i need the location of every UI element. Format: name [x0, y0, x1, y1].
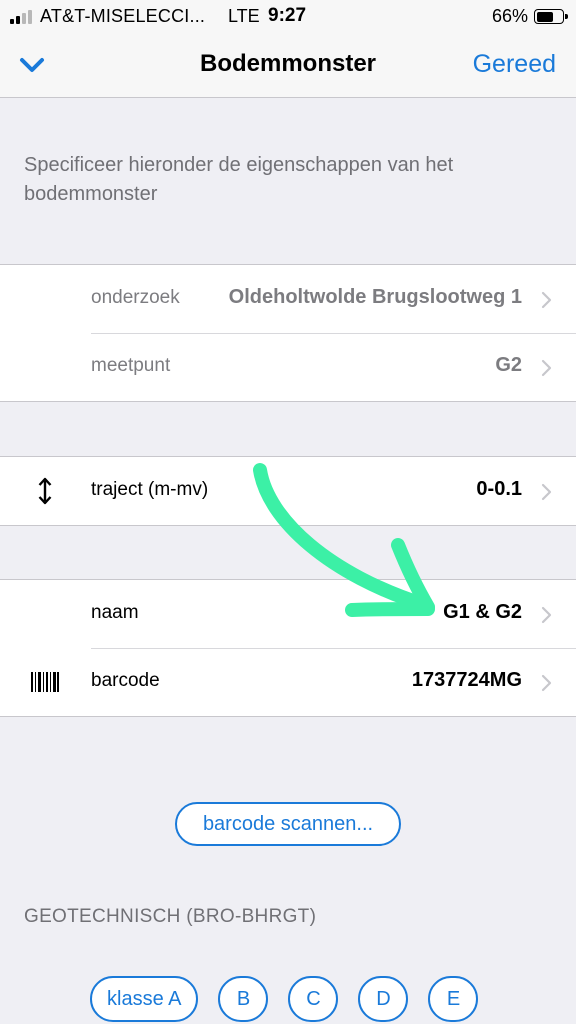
traject-group: traject (m-mv) 0-0.1 — [0, 456, 576, 526]
row-value: 0-0.1 — [476, 478, 522, 500]
klasse-e-button[interactable]: E — [428, 976, 479, 1022]
battery-percentage: 66% — [491, 6, 528, 26]
row-label: onderzoek — [91, 287, 180, 308]
sample-info-group: onderzoek Oldeholtwolde Brugslootweg 1 m… — [0, 264, 576, 402]
row-value: G1 & G2 — [443, 601, 522, 623]
chevron-right-icon — [541, 483, 552, 501]
navigation-bar: Bodemmonster Gereed — [0, 32, 576, 98]
battery-level — [536, 11, 553, 22]
row-value: 1737724MG — [411, 669, 522, 691]
network-type: LTE — [228, 6, 260, 26]
status-right: 66% — [491, 6, 568, 27]
row-onderzoek[interactable]: onderzoek Oldeholtwolde Brugslootweg 1 — [0, 265, 576, 333]
klasse-a-button[interactable]: klasse A — [90, 976, 199, 1022]
status-left: AT&T-MISELECCI... — [10, 6, 205, 27]
status-bar: AT&T-MISELECCI... LTE 9:27 66% — [0, 0, 576, 32]
chevron-right-icon — [541, 359, 552, 377]
klasse-b-button[interactable]: B — [218, 976, 269, 1022]
done-button[interactable]: Gereed — [473, 50, 556, 79]
klasse-button-group: klasse A B C D E — [90, 976, 479, 1022]
carrier-name: AT&T-MISELECCI... — [40, 6, 206, 26]
row-label: meetpunt — [91, 355, 171, 376]
row-naam[interactable]: naam G1 & G2 — [0, 580, 576, 648]
battery-icon — [534, 9, 568, 24]
vertical-arrow-icon — [28, 477, 62, 505]
row-meetpunt[interactable]: meetpunt G2 — [0, 333, 576, 401]
barcode-scan-button[interactable]: barcode scannen... — [175, 802, 401, 846]
klasse-c-button[interactable]: C — [288, 976, 339, 1022]
row-label: traject (m-mv) — [91, 479, 209, 500]
row-barcode[interactable]: barcode 1737724MG — [0, 648, 576, 716]
klasse-d-button[interactable]: D — [358, 976, 409, 1022]
row-label: naam — [91, 602, 139, 623]
description-text: Specificeer hieronder de eigenschappen v… — [24, 154, 454, 205]
chevron-right-icon — [541, 674, 552, 692]
row-value: G2 — [495, 354, 522, 376]
clock: 9:27 — [268, 5, 307, 26]
row-value: Oldeholtwolde Brugslootweg 1 — [228, 286, 522, 308]
identification-group: naam G1 & G2 barcode 1737724MG — [0, 579, 576, 717]
barcode-icon — [28, 668, 62, 696]
chevron-right-icon — [541, 606, 552, 624]
row-label: barcode — [91, 670, 160, 691]
section-header: GEOTECHNISCH (BRO-BHRGT) — [24, 906, 317, 927]
row-traject[interactable]: traject (m-mv) 0-0.1 — [0, 457, 576, 525]
chevron-right-icon — [541, 291, 552, 309]
signal-icon — [10, 9, 32, 24]
